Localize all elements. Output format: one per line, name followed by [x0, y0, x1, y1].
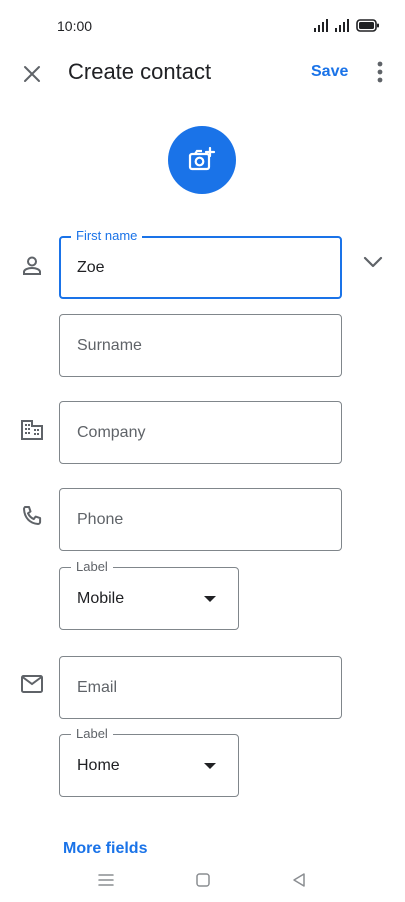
menu-icon: [98, 874, 114, 886]
chevron-down-icon: [363, 256, 383, 268]
more-vert-icon: [377, 61, 383, 83]
surname-placeholder: Surname: [77, 336, 142, 354]
phone-label-value: Mobile: [77, 589, 125, 607]
home-button[interactable]: [191, 868, 215, 892]
page-title: Create contact: [68, 59, 212, 84]
phone-icon: [18, 502, 46, 530]
more-options-button[interactable]: [368, 58, 392, 86]
dropdown-arrow-icon: [204, 595, 216, 602]
back-triangle-icon: [293, 873, 305, 887]
first-name-field[interactable]: First name Zoe: [59, 228, 342, 299]
expand-name-button[interactable]: [358, 248, 388, 276]
email-label-select[interactable]: Label Home: [59, 726, 239, 797]
business-icon: [18, 416, 46, 444]
email-placeholder: Email: [77, 678, 118, 696]
recents-button[interactable]: [94, 868, 118, 892]
email-label-value: Home: [77, 756, 120, 774]
close-button[interactable]: [16, 58, 48, 90]
dropdown-arrow-icon: [204, 762, 216, 769]
phone-placeholder: Phone: [77, 510, 124, 528]
phone-label-caption: Label: [71, 559, 113, 575]
surname-field[interactable]: Surname: [59, 314, 342, 377]
email-label-caption: Label: [71, 726, 113, 742]
first-name-value: Zoe: [77, 258, 105, 276]
more-fields-button[interactable]: More fields: [63, 840, 147, 858]
status-time: 10:00: [57, 18, 93, 34]
company-placeholder: Company: [77, 423, 146, 441]
phone-label-select[interactable]: Label Mobile: [59, 559, 239, 630]
company-field[interactable]: Company: [59, 401, 342, 464]
save-button[interactable]: Save: [311, 62, 348, 82]
add-photo-icon: [188, 147, 216, 171]
system-nav-bar: [0, 858, 405, 902]
status-icons: [314, 18, 380, 34]
email-icon: [18, 670, 46, 698]
email-field[interactable]: Email: [59, 656, 342, 719]
person-icon: [18, 252, 46, 280]
first-name-label: First name: [71, 228, 143, 244]
close-icon: [24, 66, 40, 82]
home-square-icon: [196, 873, 210, 887]
signal-battery-icon: [314, 19, 379, 32]
add-photo-button[interactable]: [168, 126, 236, 194]
back-button[interactable]: [287, 868, 311, 892]
phone-field[interactable]: Phone: [59, 488, 342, 551]
